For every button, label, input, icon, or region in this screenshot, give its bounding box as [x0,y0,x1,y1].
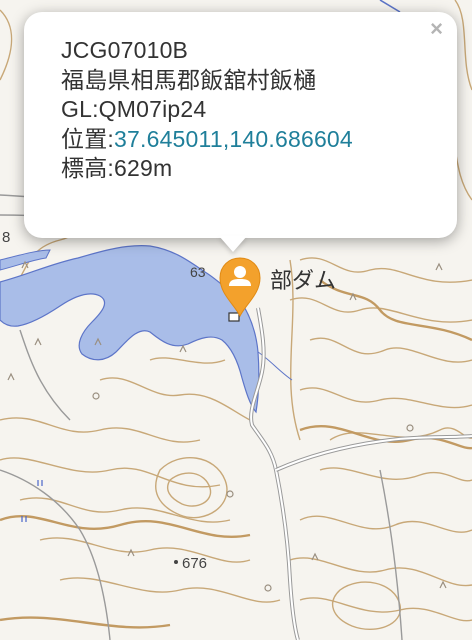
elevation-label-top: 63 [190,264,206,280]
stream-top-right [379,0,401,13]
spot-height-dot [174,560,178,564]
reservoir-inlet [0,249,51,271]
location-marker[interactable] [216,254,264,318]
station-id: JCG07010B [61,37,189,63]
info-popup: × JCG07010B 福島県相馬郡飯舘村飯樋 GL:QM07ip24 位置:3… [24,12,457,238]
close-icon[interactable]: × [430,18,443,40]
address: 福島県相馬郡飯舘村飯樋 [61,66,317,93]
edge-elevation-label: 8 [2,229,10,246]
dam-name-label: 部ダム [270,268,336,293]
elevation-label: 標高: [61,155,114,181]
popup-tip [219,236,247,252]
position: 位置:37.645011,140.686604 [61,125,457,155]
grid-locator-label: GL: [61,96,99,122]
position-link[interactable]: 37.645011,140.686604 [114,126,353,152]
spot-height-label: 676 [182,555,207,572]
elevation-value: 629m [114,155,173,181]
grid-locator-value: QM07ip24 [98,96,207,122]
grid-locator: GL:QM07ip24 [61,95,457,125]
position-label: 位置: [61,125,114,152]
elevation: 標高:629m [61,154,457,184]
